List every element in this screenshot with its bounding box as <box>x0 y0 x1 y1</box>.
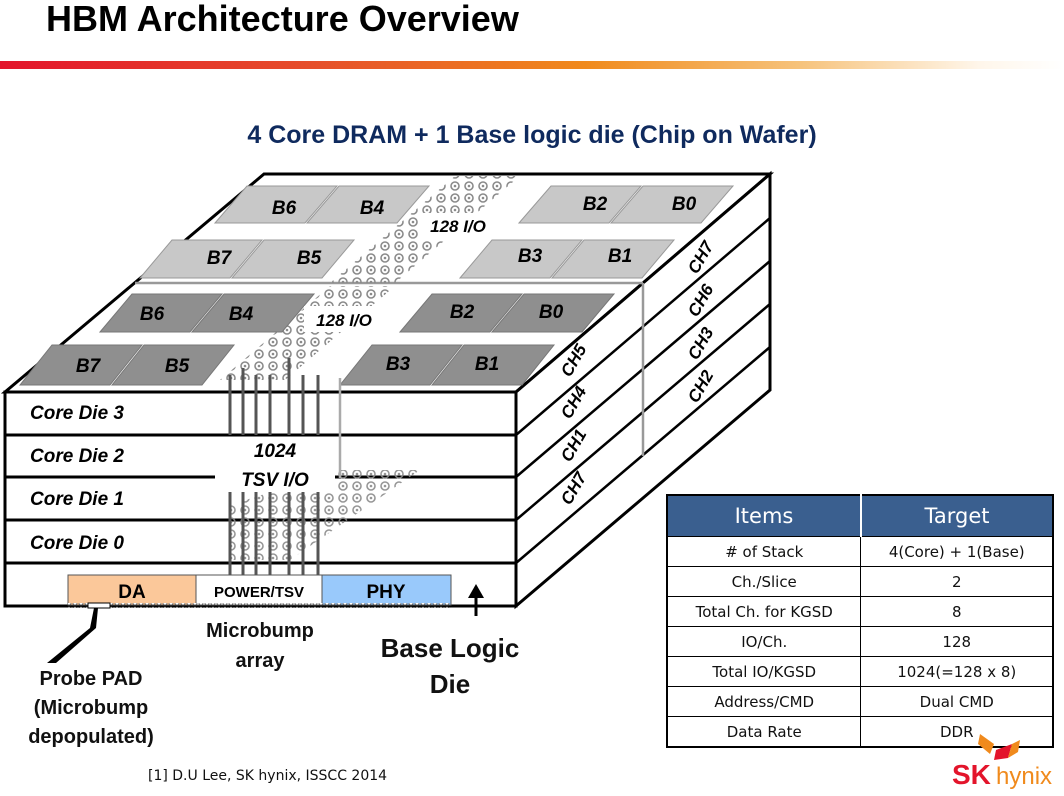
spec-value: 128 <box>860 626 1054 657</box>
io-label-back: 128 I/O <box>430 217 486 236</box>
probe-pad-annotation-line2: (Microbump <box>33 697 149 719</box>
spec-item: Total Ch. for KGSD <box>666 596 862 627</box>
spec-header-items: Items <box>667 495 862 537</box>
sk-hynix-logo: SK hynix <box>952 734 1052 790</box>
spec-table: Items Target # of Stack 4(Core) + 1(Base)… <box>666 494 1054 748</box>
probe-pad-annotation-line1: Probe PAD <box>39 668 143 690</box>
spec-item: Data Rate <box>666 716 862 748</box>
probe-pad-annotation: Probe PAD (Microbump depopulated) <box>16 665 166 752</box>
spec-item: Ch./Slice <box>666 566 862 597</box>
bank-label: B0 <box>539 302 564 323</box>
microbump-annotation: Microbump array <box>190 616 330 676</box>
spec-item: IO/Ch. <box>666 626 862 657</box>
bank-label: B5 <box>297 248 322 269</box>
base-logic-annotation-line1: Base Logic <box>380 633 520 663</box>
bank-label: B7 <box>207 248 233 269</box>
microbump-annotation-line1: Microbump <box>206 620 314 642</box>
bank-label: B0 <box>672 194 697 215</box>
base-logic-annotation: Base Logic Die <box>370 630 530 702</box>
spec-value: 8 <box>860 596 1054 627</box>
spec-value: 4(Core) + 1(Base) <box>860 536 1054 567</box>
logo-sk: SK <box>952 759 991 790</box>
core-die-label: Core Die 1 <box>30 489 124 510</box>
core-die-label: Core Die 0 <box>30 533 124 554</box>
table-row: Ch./Slice 2 <box>666 566 1054 597</box>
probe-pad-pointer <box>47 608 98 663</box>
core-die-label: Core Die 2 <box>30 446 124 467</box>
table-row: # of Stack 4(Core) + 1(Base) <box>666 536 1054 567</box>
spec-value: 1024(=128 x 8) <box>860 656 1054 687</box>
bank-label: B1 <box>608 246 632 267</box>
citation: [1] D.U Lee, SK hynix, ISSCC 2014 <box>148 768 388 784</box>
table-row: Total IO/KGSD 1024(=128 x 8) <box>666 656 1054 687</box>
tsv-count-label: 1024 <box>254 441 297 462</box>
microbump-annotation-line2: array <box>235 650 285 672</box>
bank-label: B5 <box>165 356 190 377</box>
bank-label: B4 <box>229 304 254 325</box>
spec-item: Total IO/KGSD <box>666 656 862 687</box>
spec-item: # of Stack <box>666 536 862 567</box>
table-row: Total Ch. for KGSD 8 <box>666 596 1054 627</box>
probe-pad-annotation-line3: depopulated) <box>28 726 154 748</box>
bank-label: B2 <box>450 302 475 323</box>
spec-value: Dual CMD <box>860 686 1054 717</box>
base-block-label: POWER/TSV <box>214 584 304 601</box>
table-row: IO/Ch. 128 <box>666 626 1054 657</box>
table-row: Address/CMD Dual CMD <box>666 686 1054 717</box>
probe-pad <box>87 602 111 609</box>
bank-label: B2 <box>583 194 608 215</box>
bank-label: B6 <box>140 304 165 325</box>
spec-table-header-row: Items Target <box>667 495 1053 537</box>
logo-butterfly-icon <box>978 734 994 754</box>
spec-item: Address/CMD <box>666 686 862 717</box>
bank-label: B6 <box>272 198 297 219</box>
microbump-row <box>68 603 451 608</box>
spec-header-target: Target <box>860 495 1053 537</box>
bank-label: B7 <box>76 356 102 377</box>
base-logic-annotation-line2: Die <box>429 669 471 699</box>
io-label-front: 128 I/O <box>316 311 372 330</box>
spec-value: 2 <box>860 566 1054 597</box>
bank-label: B3 <box>518 246 543 267</box>
logo-hynix: hynix <box>996 763 1052 790</box>
bank-label: B4 <box>360 198 385 219</box>
bank-label: B1 <box>475 354 499 375</box>
base-block-label: PHY <box>366 582 405 603</box>
base-block-label: DA <box>118 582 146 603</box>
tsv-io-label: TSV I/O <box>241 470 309 491</box>
bank-label: B3 <box>386 354 411 375</box>
core-die-label: Core Die 3 <box>30 403 124 424</box>
